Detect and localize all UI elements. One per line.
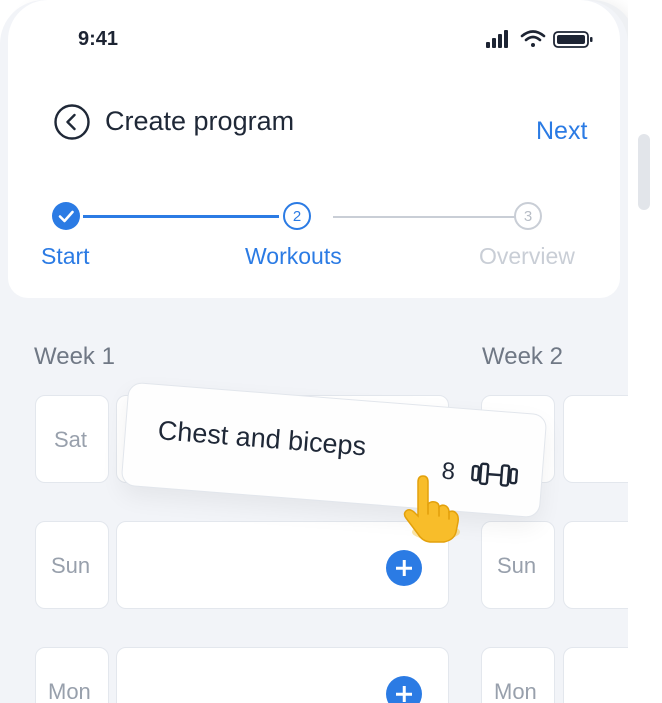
- workout-slot[interactable]: [116, 647, 449, 703]
- day-cell: Sun: [481, 521, 555, 609]
- scrollbar[interactable]: [638, 134, 650, 210]
- check-icon: [58, 210, 74, 223]
- day-label: Mon: [48, 679, 91, 703]
- battery-icon: [553, 31, 593, 48]
- week-label: Week 2: [482, 343, 563, 370]
- day-label: Sun: [497, 553, 537, 578]
- step-number: 2: [292, 208, 302, 225]
- workout-slot[interactable]: [563, 647, 628, 703]
- week-label: Week 1: [34, 343, 115, 370]
- next-button[interactable]: Next: [536, 117, 587, 146]
- chevron-left-icon: [54, 104, 90, 140]
- step-connector-2: [333, 216, 519, 218]
- header-panel: 9:41 Create program Next 2 3 Start Worko…: [8, 0, 620, 298]
- day-cell: Mon: [481, 647, 555, 703]
- workout-title: Chest and biceps: [156, 415, 368, 462]
- dumbbell-icon: [469, 460, 519, 495]
- day-cell: Sun: [35, 521, 109, 609]
- step-label-overview[interactable]: Overview: [479, 243, 575, 270]
- workout-slot[interactable]: [563, 521, 628, 609]
- day-cell: Sat: [35, 395, 109, 483]
- status-time: 9:41: [78, 28, 119, 50]
- add-workout-button[interactable]: [386, 550, 422, 586]
- add-workout-button[interactable]: [386, 676, 422, 703]
- step-workouts[interactable]: 2: [283, 202, 311, 230]
- device-frame-edge: [628, 0, 662, 703]
- step-label-workouts[interactable]: Workouts: [245, 243, 342, 270]
- day-label: Sun: [51, 553, 91, 578]
- workout-slot[interactable]: [563, 395, 628, 483]
- status-icons: [486, 28, 594, 57]
- step-connector-1: [83, 215, 279, 218]
- day-cell: Mon: [35, 647, 109, 703]
- hand-pointer-icon: [398, 474, 470, 553]
- phone-screen: 9:41 Create program Next 2 3 Start Worko…: [0, 0, 628, 703]
- step-label-start[interactable]: Start: [41, 243, 90, 270]
- step-overview[interactable]: 3: [514, 202, 542, 230]
- page-title: Create program: [105, 106, 295, 136]
- signal-icon: [486, 30, 508, 48]
- day-label: Mon: [494, 679, 537, 703]
- step-start[interactable]: [52, 202, 80, 230]
- day-label: Sat: [54, 427, 88, 452]
- step-number: 3: [523, 208, 533, 225]
- wifi-icon: [520, 30, 546, 47]
- back-button[interactable]: [54, 104, 90, 140]
